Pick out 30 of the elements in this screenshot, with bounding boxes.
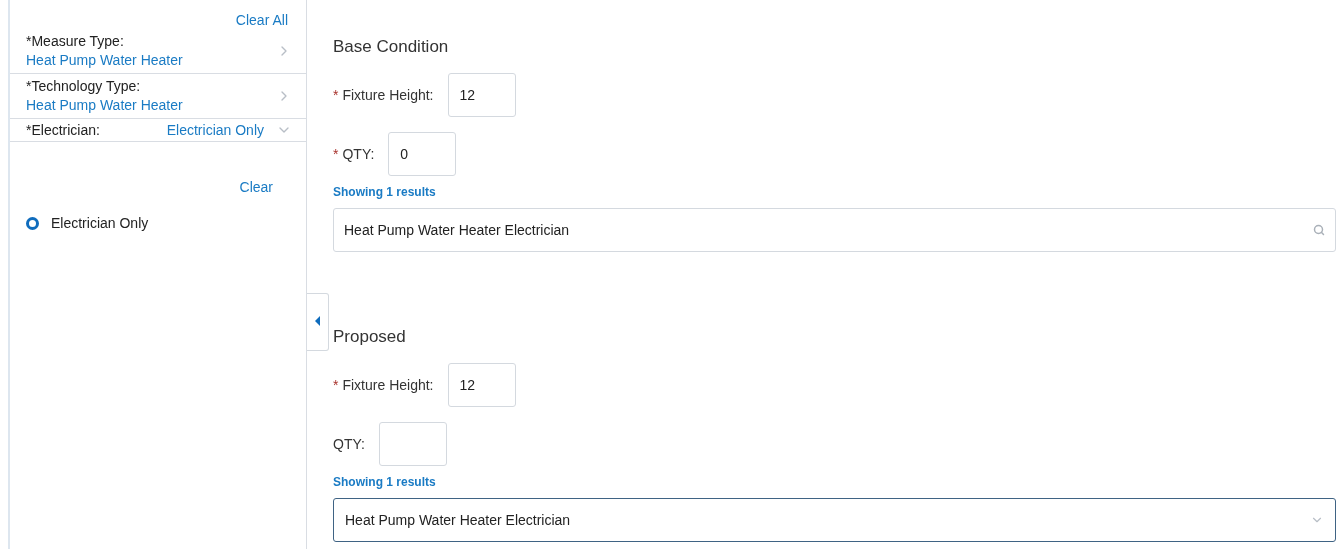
field-label: * Fixture Height: bbox=[333, 375, 434, 395]
section-title: Base Condition bbox=[333, 36, 450, 58]
search-icon bbox=[1313, 224, 1325, 236]
field-label: * Fixture Height: bbox=[333, 85, 434, 105]
field-label: QTY: bbox=[333, 434, 365, 454]
filter-dropdown[interactable]: *Electrician: Electrician Only bbox=[10, 119, 306, 142]
section-title: Proposed bbox=[333, 326, 407, 348]
radio-option[interactable]: Electrician Only bbox=[26, 214, 306, 232]
radio-button[interactable] bbox=[26, 216, 39, 230]
filter-row[interactable]: *Measure Type: Heat Pump Water Heater bbox=[10, 29, 306, 74]
results-count: Showing 1 results bbox=[333, 184, 437, 200]
filter-value: Heat Pump Water Heater bbox=[26, 51, 184, 70]
field-label: * QTY: bbox=[333, 144, 375, 164]
filter-label: *Measure Type: bbox=[26, 32, 125, 51]
input-field[interactable]: 12 bbox=[447, 363, 516, 407]
filter-label: *Technology Type: bbox=[26, 77, 142, 96]
filter-label: *Electrician: bbox=[26, 120, 101, 140]
input-field[interactable] bbox=[378, 422, 447, 466]
search-field[interactable]: Heat Pump Water Heater Electrician bbox=[333, 208, 1336, 252]
clear-all-link[interactable]: Clear All bbox=[235, 11, 288, 29]
filter-row[interactable]: *Technology Type: Heat Pump Water Heater bbox=[10, 74, 306, 119]
clear-link[interactable]: Clear bbox=[239, 178, 273, 196]
filter-value: Electrician Only bbox=[166, 120, 264, 140]
input-field[interactable]: 0 bbox=[388, 132, 457, 176]
input-field[interactable]: 12 bbox=[447, 73, 516, 117]
filter-value: Heat Pump Water Heater bbox=[26, 96, 184, 115]
select-field[interactable]: Heat Pump Water Heater Electrician bbox=[333, 498, 1336, 542]
collapse-tab[interactable] bbox=[307, 293, 329, 351]
caret-left-icon bbox=[315, 316, 320, 326]
results-count: Showing 1 results bbox=[333, 474, 437, 490]
